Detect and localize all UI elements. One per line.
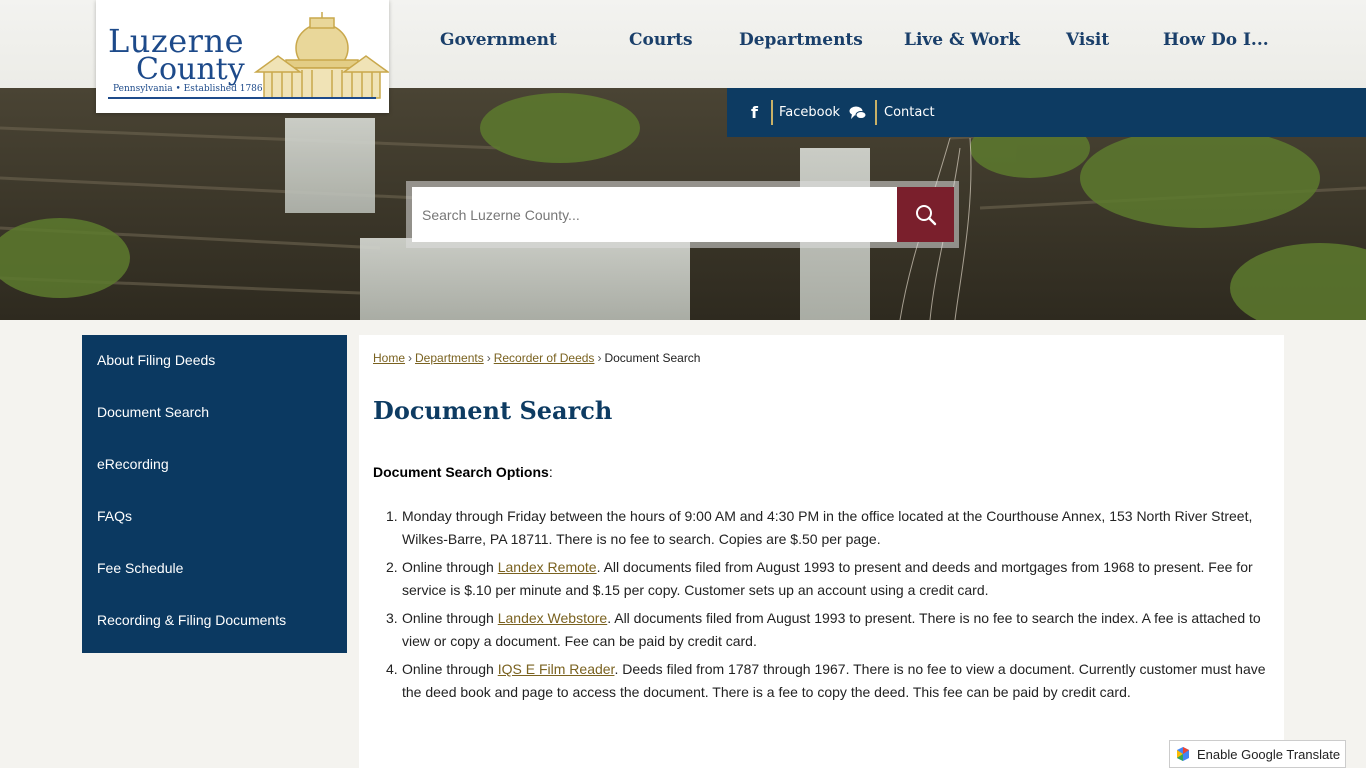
nav-live-work[interactable]: Live & Work	[904, 30, 1066, 50]
sidebar-item-recording-filing[interactable]: Recording & Filing Documents	[82, 595, 347, 647]
list-item-text: Online through	[402, 610, 498, 626]
sidebar-item-document-search[interactable]: Document Search	[82, 387, 347, 439]
breadcrumb-home[interactable]: Home	[373, 351, 405, 365]
sidebar-item-faqs[interactable]: FAQs	[82, 491, 347, 543]
google-translate-icon	[1175, 746, 1191, 762]
facebook-icon: f	[751, 103, 758, 122]
logo-tagline: Pennsylvania • Established 1786	[113, 84, 263, 94]
options-colon: :	[548, 464, 553, 480]
breadcrumb-departments[interactable]: Departments	[415, 351, 484, 365]
facebook-link[interactable]: f	[751, 88, 758, 137]
nav-government[interactable]: Government	[440, 30, 601, 50]
divider	[875, 100, 877, 125]
social-bar: f Facebook Contact	[727, 88, 1366, 137]
breadcrumb-separator: ›	[486, 351, 491, 365]
sidebar-nav: About Filing Deeds Document Search eReco…	[82, 335, 347, 653]
breadcrumb-current: Document Search	[604, 351, 701, 365]
nav-departments[interactable]: Departments	[739, 30, 904, 50]
page-title: Document Search	[373, 396, 613, 425]
list-item-text: Online through	[402, 559, 498, 575]
breadcrumb: Home › Departments › Recorder of Deeds › Docum…	[373, 351, 700, 365]
nav-courts[interactable]: Courts	[629, 30, 739, 50]
list-item: 1. Monday through Friday between the hou…	[386, 505, 1272, 551]
sidebar-item-about-filing-deeds[interactable]: About Filing Deeds	[82, 335, 347, 387]
options-label: Document Search Options	[373, 464, 549, 480]
contact-link[interactable]: Contact	[884, 88, 935, 137]
nav-visit[interactable]: Visit	[1066, 30, 1163, 50]
breadcrumb-separator: ›	[597, 351, 602, 365]
list-item: 2. Online through Landex Remote. All doc…	[386, 556, 1272, 602]
site-search	[406, 181, 959, 248]
google-translate-button[interactable]: Enable Google Translate	[1169, 740, 1346, 768]
logo-text-county: County	[136, 52, 245, 87]
landex-remote-link[interactable]: Landex Remote	[498, 559, 597, 575]
main-content: Home › Departments › Recorder of Deeds › Docum…	[359, 335, 1284, 768]
landex-webstore-link[interactable]: Landex Webstore	[498, 610, 607, 626]
nav-how-do-i[interactable]: How Do I...	[1163, 30, 1273, 50]
breadcrumb-recorder[interactable]: Recorder of Deeds	[494, 351, 595, 365]
sidebar-item-fee-schedule[interactable]: Fee Schedule	[82, 543, 347, 595]
document-search-options-list: 1. Monday through Friday between the hou…	[386, 505, 1272, 709]
list-number: 4.	[386, 661, 398, 677]
list-number: 1.	[386, 508, 398, 524]
list-number: 2.	[386, 559, 398, 575]
facebook-label[interactable]: Facebook	[779, 88, 840, 137]
divider	[771, 100, 773, 125]
county-logo[interactable]: Luzerne County Pennsylvania • Establishe…	[96, 0, 389, 113]
options-heading: Document Search Options:	[373, 464, 553, 480]
main-nav: Government Courts Departments Live & Wor…	[440, 30, 1273, 50]
search-button[interactable]	[897, 187, 954, 242]
translate-label: Enable Google Translate	[1197, 746, 1341, 762]
sidebar-item-erecording[interactable]: eRecording	[82, 439, 347, 491]
list-number: 3.	[386, 610, 398, 626]
chat-bubbles-icon[interactable]	[849, 88, 867, 137]
breadcrumb-separator: ›	[408, 351, 413, 365]
iqs-efilm-reader-link[interactable]: IQS E Film Reader	[498, 661, 615, 677]
list-item: 4. Online through IQS E Film Reader. Dee…	[386, 658, 1272, 704]
list-item: 3. Online through Landex Webstore. All d…	[386, 607, 1272, 653]
list-item-text: Monday through Friday between the hours …	[402, 508, 1253, 547]
search-icon	[915, 204, 936, 225]
search-input[interactable]	[412, 187, 898, 242]
list-item-text: Online through	[402, 661, 498, 677]
logo-underline	[108, 97, 376, 99]
